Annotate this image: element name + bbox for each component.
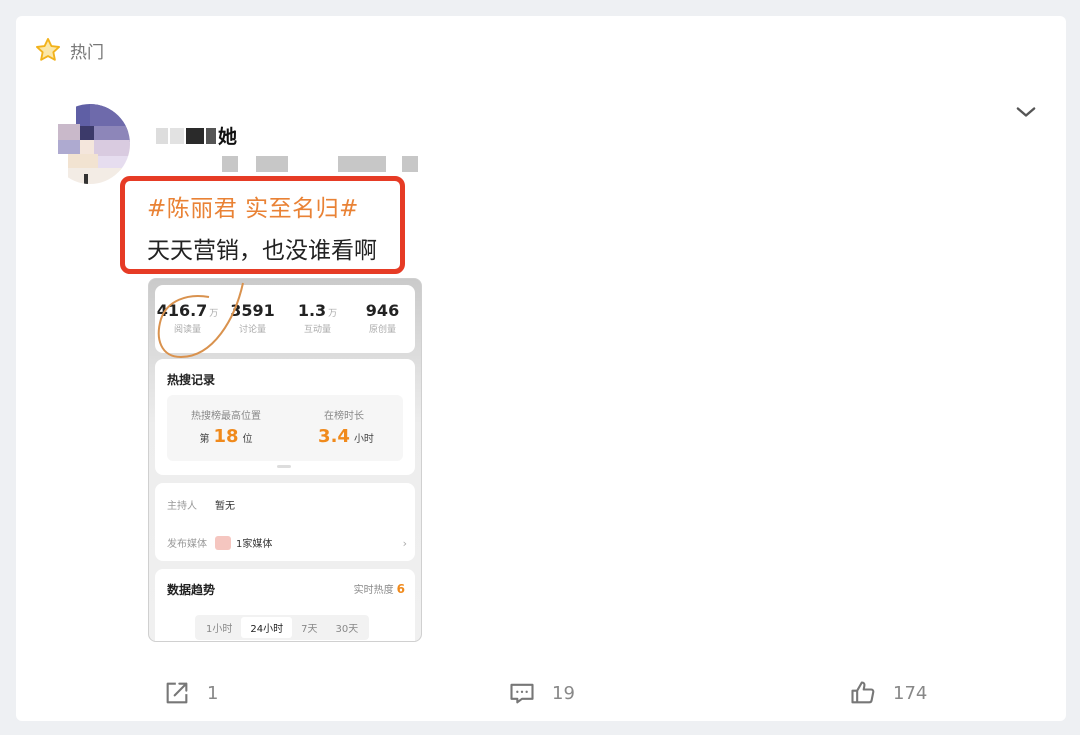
tab-7d: 7天 [301, 624, 318, 635]
hot-rank: 热搜榜最高位置 第 18 位 [191, 411, 261, 447]
like-button[interactable]: 174 [849, 679, 927, 707]
host-row: 主持人 暂无 [167, 501, 235, 512]
info-panel: 主持人 暂无 发布媒体 1家媒体 › [155, 483, 415, 561]
comment-icon [510, 683, 534, 704]
like-count: 174 [893, 682, 928, 704]
post-text: 天天营销，也没谁看啊 [147, 238, 377, 264]
highlighted-post-content: #陈丽君 实至名归# 天天营销，也没谁看啊 [120, 176, 405, 274]
page-indicator [277, 465, 291, 468]
trend-title: 数据趋势 [167, 583, 216, 597]
hot-tag: 热门 [34, 36, 104, 64]
comment-count: 19 [552, 682, 575, 704]
trend-panel: 数据趋势 实时热度 6 1小时 24小时 7天 30天 [155, 569, 415, 641]
blurred-name-part [170, 127, 184, 144]
hot-duration: 在榜时长 3.4 小时 [318, 411, 374, 447]
star-icon [35, 37, 61, 61]
stat-original: 946 原创量 [365, 301, 400, 335]
author-name[interactable]: 她 [156, 122, 237, 149]
blurred-name-part [186, 127, 204, 144]
realtime-heat: 实时热度 6 [353, 582, 405, 596]
media-icon [215, 535, 231, 550]
tab-30d: 30天 [335, 624, 359, 635]
weibo-post-card: 热门 她 #陈丽君 实至名归# 天天营销，也没谁看啊 416.7 万 阅读量 3… [16, 16, 1066, 721]
comment-button[interactable]: 19 [508, 679, 575, 707]
trend-tabs: 1小时 24小时 7天 30天 [195, 615, 370, 640]
share-count: 1 [207, 682, 219, 704]
chevron-down-icon[interactable] [1012, 98, 1040, 126]
tab-1h: 1小时 [206, 624, 233, 635]
chevron-right-icon: › [402, 537, 407, 550]
thumbs-up-icon [851, 681, 875, 704]
author-name-visible: 她 [218, 126, 238, 148]
post-meta-blurred [222, 156, 436, 172]
blurred-name-part [156, 127, 168, 144]
blurred-name-part [206, 127, 216, 144]
hot-label: 热门 [70, 42, 104, 63]
share-button[interactable]: 1 [163, 679, 218, 707]
attached-image[interactable]: 416.7 万 阅读量 3591 讨论量 1.3 万 互动量 946 原创量 热搜记… [148, 278, 422, 642]
media-row: 发布媒体 1家媒体 [167, 535, 272, 550]
share-icon [166, 682, 188, 704]
hand-drawn-circle [157, 282, 244, 359]
tab-24h: 24小时 [241, 617, 293, 638]
avatar[interactable] [50, 104, 130, 184]
hot-record-title: 热搜记录 [167, 373, 216, 387]
hot-record-panel: 热搜记录 热搜榜最高位置 第 18 位 在榜时长 3.4 小时 [155, 359, 415, 475]
topic-hashtag[interactable]: #陈丽君 实至名归# [147, 189, 400, 223]
stat-interact: 1.3 万 互动量 [297, 301, 338, 335]
